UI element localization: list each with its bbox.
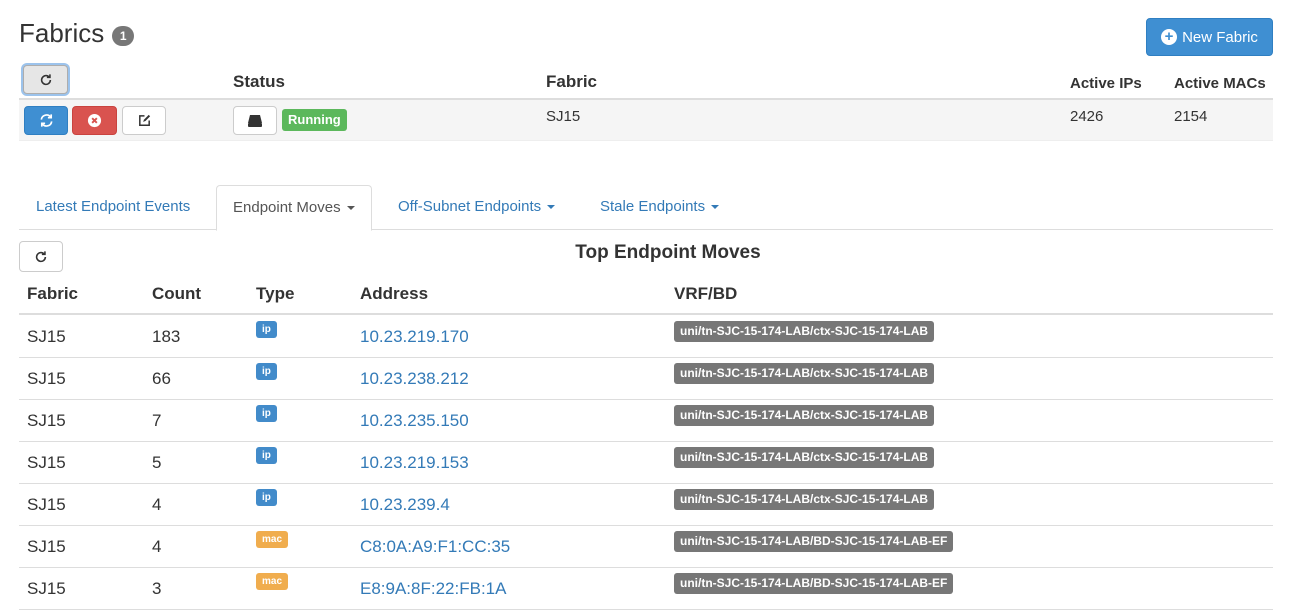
row-fabric: SJ15 bbox=[27, 453, 66, 472]
row-count: 4 bbox=[152, 537, 162, 556]
tab-off-subnet-endpoints[interactable]: Off-Subnet Endpoints bbox=[381, 185, 572, 230]
table-row: SJ15 66 ip 10.23.238.212 uni/tn-SJC-15-174-L… bbox=[19, 358, 1273, 400]
caret-down-icon bbox=[711, 205, 720, 210]
moves-title: Top Endpoint Moves bbox=[575, 242, 761, 263]
row-fabric: SJ15 bbox=[27, 579, 66, 598]
vrf-bd-badge: uni/tn-SJC-15-174-LAB/BD-SJC-15-174-LAB-… bbox=[674, 531, 954, 552]
row-count: 4 bbox=[152, 495, 162, 514]
type-badge: ip bbox=[256, 447, 277, 464]
refresh-fabrics-button[interactable] bbox=[23, 65, 68, 94]
hard-drive-icon bbox=[248, 114, 262, 127]
type-badge: ip bbox=[256, 363, 277, 380]
fabric-table: Status Fabric Active IPs Active MACs Run… bbox=[19, 62, 1273, 141]
page-title: Fabrics 1 bbox=[19, 18, 135, 49]
col-vrf-bd: VRF/BD bbox=[674, 284, 738, 303]
col-type: Type bbox=[256, 284, 295, 303]
col-address: Address bbox=[360, 284, 429, 303]
vrf-bd-badge: uni/tn-SJC-15-174-LAB/BD-SJC-15-174-LAB-… bbox=[674, 573, 954, 594]
col-fabric: Fabric bbox=[546, 72, 598, 91]
row-count: 66 bbox=[152, 369, 171, 388]
table-row: SJ15 4 ip 10.23.239.4 uni/tn-SJC-15-174-LAB/… bbox=[19, 484, 1273, 526]
row-fabric: SJ15 bbox=[27, 327, 66, 346]
endpoint-address-link[interactable]: 10.23.235.150 bbox=[360, 411, 469, 431]
refresh-icon bbox=[40, 114, 52, 127]
col-active-macs: Active MACs bbox=[1174, 75, 1266, 92]
table-row: SJ15 7 ip 10.23.235.150 uni/tn-SJC-15-174-LA… bbox=[19, 400, 1273, 442]
active-macs-value: 2154 bbox=[1174, 108, 1208, 125]
caret-down-icon bbox=[346, 206, 355, 211]
col-count: Count bbox=[152, 284, 202, 303]
row-count: 7 bbox=[152, 411, 162, 430]
fabric-delete-button[interactable] bbox=[72, 106, 117, 135]
type-badge: ip bbox=[256, 489, 277, 506]
endpoint-address-link[interactable]: 10.23.239.4 bbox=[360, 495, 450, 515]
tab-label: Latest Endpoint Events bbox=[36, 198, 191, 215]
col-fabric: Fabric bbox=[27, 284, 79, 303]
table-row: SJ15 5 ip 10.23.219.153 uni/tn-SJC-15-174-LA… bbox=[19, 442, 1273, 484]
new-fabric-label: New Fabric bbox=[1182, 28, 1258, 46]
edit-icon bbox=[138, 114, 150, 126]
refresh-icon bbox=[40, 73, 51, 85]
vrf-bd-badge: uni/tn-SJC-15-174-LAB/ctx-SJC-15-174-LAB bbox=[674, 405, 935, 426]
fabric-refresh-button[interactable] bbox=[24, 106, 68, 135]
endpoint-address-link[interactable]: 10.23.219.170 bbox=[360, 327, 469, 347]
new-fabric-button[interactable]: + New Fabric bbox=[1146, 18, 1273, 56]
moves-table-body: SJ15 183 ip 10.23.219.170 uni/tn-SJC-15-174-… bbox=[19, 316, 1273, 610]
endpoint-address-link[interactable]: 10.23.238.212 bbox=[360, 369, 469, 389]
table-row: SJ15 3 mac E8:9A:8F:22:FB:1A uni/tn-SJC-15-1… bbox=[19, 568, 1273, 610]
type-badge: mac bbox=[256, 573, 289, 590]
tab-latest-endpoint-events[interactable]: Latest Endpoint Events bbox=[19, 185, 207, 230]
endpoint-address-link[interactable]: 10.23.219.153 bbox=[360, 453, 469, 473]
page-title-text: Fabrics bbox=[19, 18, 105, 48]
status-badge: Running bbox=[282, 109, 347, 131]
close-circle-icon bbox=[87, 113, 102, 128]
fabric-table-header: Status Fabric Active IPs Active MACs bbox=[19, 62, 1273, 100]
fabric-count-badge: 1 bbox=[112, 25, 135, 46]
fabric-edit-button[interactable] bbox=[122, 106, 166, 135]
plus-circle-icon: + bbox=[1161, 29, 1178, 45]
endpoint-address-link[interactable]: E8:9A:8F:22:FB:1A bbox=[360, 579, 506, 599]
fabric-row: Running SJ15 2426 2154 bbox=[19, 100, 1273, 141]
tab-label: Endpoint Moves bbox=[233, 199, 341, 216]
row-fabric: SJ15 bbox=[27, 369, 66, 388]
row-fabric: SJ15 bbox=[27, 495, 66, 514]
type-badge: ip bbox=[256, 405, 277, 422]
type-badge: mac bbox=[256, 531, 289, 548]
endpoint-address-link[interactable]: C8:0A:A9:F1:CC:35 bbox=[360, 537, 510, 557]
row-count: 3 bbox=[152, 579, 162, 598]
row-fabric: SJ15 bbox=[27, 537, 66, 556]
tab-endpoint-moves[interactable]: Endpoint Moves bbox=[216, 185, 372, 231]
vrf-bd-badge: uni/tn-SJC-15-174-LAB/ctx-SJC-15-174-LAB bbox=[674, 447, 935, 468]
vrf-bd-badge: uni/tn-SJC-15-174-LAB/ctx-SJC-15-174-LAB bbox=[674, 363, 935, 384]
vrf-bd-badge: uni/tn-SJC-15-174-LAB/ctx-SJC-15-174-LAB bbox=[674, 321, 935, 342]
row-count: 5 bbox=[152, 453, 162, 472]
vrf-bd-badge: uni/tn-SJC-15-174-LAB/ctx-SJC-15-174-LAB bbox=[674, 489, 935, 510]
caret-down-icon bbox=[547, 205, 556, 210]
fabric-name: SJ15 bbox=[546, 108, 581, 125]
table-row: SJ15 4 mac C8:0A:A9:F1:CC:35 uni/tn-SJC-15-1… bbox=[19, 526, 1273, 568]
tab-label: Stale Endpoints bbox=[600, 198, 706, 215]
row-fabric: SJ15 bbox=[27, 411, 66, 430]
active-ips-value: 2426 bbox=[1070, 108, 1104, 125]
endpoint-tabs: Latest Endpoint Events Endpoint Moves Of… bbox=[19, 185, 1273, 231]
col-active-ips: Active IPs bbox=[1070, 75, 1142, 92]
tab-stale-endpoints[interactable]: Stale Endpoints bbox=[583, 185, 736, 230]
col-status: Status bbox=[233, 72, 285, 91]
table-row: SJ15 183 ip 10.23.219.170 uni/tn-SJC-15-174-… bbox=[19, 316, 1273, 358]
tab-label: Off-Subnet Endpoints bbox=[398, 198, 542, 215]
fabric-status-button[interactable] bbox=[233, 106, 277, 135]
row-count: 183 bbox=[152, 327, 181, 346]
type-badge: ip bbox=[256, 321, 277, 338]
moves-table-header: Fabric Count Type Address VRF/BD bbox=[19, 280, 1273, 315]
